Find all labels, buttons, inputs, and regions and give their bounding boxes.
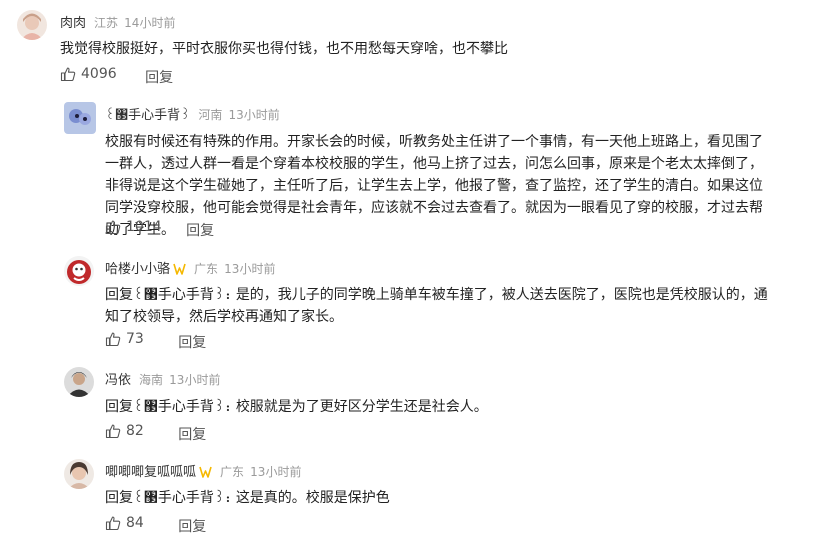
comment-text: 我觉得校服挺好，平时衣服你买也得付钱，也不用愁每天穿啥，也不攀比 (60, 41, 508, 57)
reply-button[interactable]: 回复 (145, 70, 173, 86)
avatar[interactable] (64, 459, 94, 489)
like-button[interactable]: 4096 (60, 66, 117, 82)
thumbs-up-icon (105, 516, 121, 531)
location: 海南 (139, 373, 164, 387)
timestamp: 13小时前 (169, 373, 221, 387)
comment-text: 回复꒰঳手心手背꒱：这是真的。校服是保护色 (105, 487, 775, 509)
verified-badge-icon (199, 466, 212, 478)
thumbs-up-icon (105, 332, 121, 347)
timestamp: 13小时前 (228, 108, 280, 122)
like-count: 82 (126, 423, 144, 439)
avatar[interactable] (64, 367, 94, 397)
reply-to-prefix[interactable]: 回复꒰঳手心手背꒱： (105, 399, 236, 415)
reply-button[interactable]: 回复 (178, 427, 206, 443)
comment-text: 回复꒰঳手心手背꒱：校服就是为了更好区分学生还是社会人。 (105, 396, 775, 418)
reply-to-prefix[interactable]: 回复꒰঳手心手背꒱： (105, 490, 236, 506)
like-button[interactable]: 1014 (105, 219, 162, 235)
reply-text: 这是真的。校服是保护色 (235, 490, 390, 506)
like-button[interactable]: 84 (105, 515, 144, 531)
username[interactable]: 冯依 (105, 373, 131, 388)
username[interactable]: ꒰঳手心手背꒱ (105, 108, 190, 123)
username[interactable]: 唧唧唧复呱呱呱 (105, 465, 196, 480)
reply-text: 校服就是为了更好区分学生还是社会人。 (235, 399, 488, 415)
username[interactable]: 哈楼小小骆 (105, 262, 170, 277)
timestamp: 14小时前 (124, 16, 176, 30)
thumbs-up-icon (105, 220, 121, 235)
username[interactable]: 肉肉 (60, 16, 86, 31)
reply-button[interactable]: 回复 (178, 335, 206, 351)
like-count: 4096 (81, 66, 117, 82)
reply-button[interactable]: 回复 (186, 223, 214, 239)
avatar[interactable] (64, 256, 94, 286)
like-button[interactable]: 73 (105, 331, 144, 347)
like-count: 73 (126, 331, 144, 347)
avatar[interactable] (64, 102, 96, 134)
thumbs-up-icon (105, 424, 121, 439)
avatar[interactable] (17, 10, 47, 40)
location: 河南 (198, 108, 223, 122)
verified-badge-icon (173, 263, 186, 275)
location: 江苏 (94, 16, 119, 30)
location: 广东 (220, 465, 245, 479)
reply-to-prefix[interactable]: 回复꒰঳手心手背꒱： (105, 287, 236, 303)
timestamp: 13小时前 (224, 262, 276, 276)
comment-text: 回复꒰঳手心手背꒱：是的，我儿子的同学晚上骑单车被车撞了，被人送去医院了，医院也… (105, 284, 775, 328)
thumbs-up-icon (60, 67, 76, 82)
timestamp: 13小时前 (250, 465, 302, 479)
reply-button[interactable]: 回复 (178, 519, 206, 535)
like-button[interactable]: 82 (105, 423, 144, 439)
like-count: 1014 (126, 219, 162, 235)
like-count: 84 (126, 515, 144, 531)
location: 广东 (194, 262, 219, 276)
